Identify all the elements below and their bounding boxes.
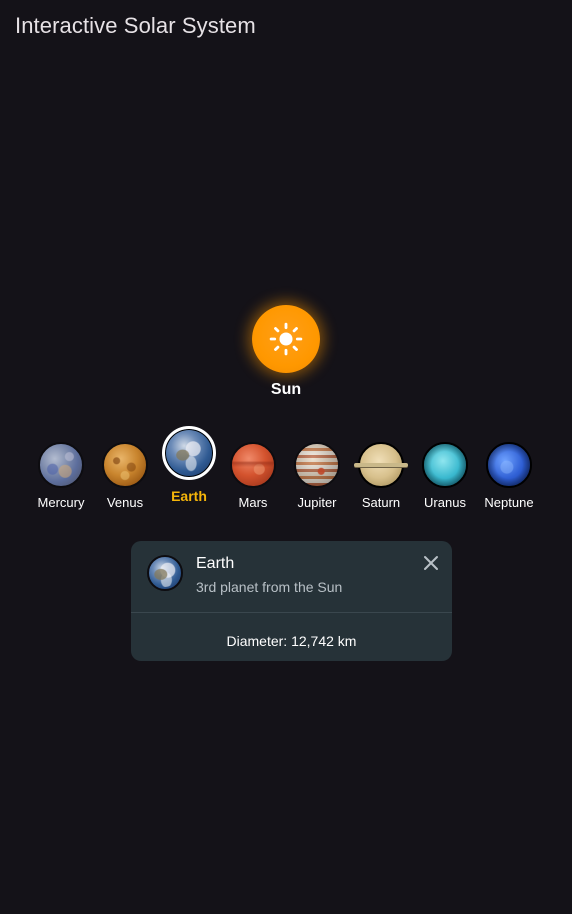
sun-label: Sun <box>270 381 302 398</box>
planet-name: Earth <box>171 488 207 504</box>
sun-icon <box>269 322 303 356</box>
planet-item-neptune[interactable]: Neptune <box>477 424 541 510</box>
close-button[interactable] <box>421 553 441 573</box>
saturn-ring <box>354 463 408 467</box>
planet-name: Mercury <box>37 495 85 510</box>
planet-avatar-holder <box>160 424 218 482</box>
planet-item-uranus[interactable]: Uranus <box>413 424 477 510</box>
venus-avatar <box>102 442 148 488</box>
neptune-avatar <box>486 442 532 488</box>
close-icon <box>424 556 438 570</box>
card-title: Earth <box>196 555 235 572</box>
mars-avatar <box>230 442 276 488</box>
planet-item-mercury[interactable]: Mercury <box>29 424 93 510</box>
planet-name: Venus <box>106 495 144 510</box>
mercury-avatar <box>38 442 84 488</box>
card-divider <box>131 612 452 613</box>
planet-name: Jupiter <box>297 495 337 510</box>
sun-button[interactable] <box>252 305 320 373</box>
planet-name: Uranus <box>424 495 466 510</box>
planet-avatar-holder <box>416 436 474 494</box>
planet-name: Saturn <box>361 495 401 510</box>
planet-avatar-holder <box>96 436 154 494</box>
planet-avatar <box>147 555 183 591</box>
card-subtitle: 3rd planet from the Sun <box>196 579 343 595</box>
earth-avatar <box>162 426 216 480</box>
planet-item-venus[interactable]: Venus <box>93 424 157 510</box>
planet-item-earth[interactable]: Earth <box>157 424 221 504</box>
planet-avatar-holder <box>288 436 346 494</box>
jupiter-avatar <box>294 442 340 488</box>
planet-avatar-holder <box>480 436 538 494</box>
planet-avatar-holder <box>224 436 282 494</box>
planet-item-jupiter[interactable]: Jupiter <box>285 424 349 510</box>
planet-name: Mars <box>238 495 268 510</box>
planet-info-card: Earth 3rd planet from the Sun Diameter: … <box>131 541 452 661</box>
saturn-avatar <box>354 442 408 488</box>
uranus-avatar <box>422 442 468 488</box>
planet-avatar-holder <box>32 436 90 494</box>
planet-item-saturn[interactable]: Saturn <box>349 424 413 510</box>
planet-name: Neptune <box>484 495 534 510</box>
sun-section: Sun <box>0 305 572 399</box>
planet-selector: Mercury Venus Earth Mars Jupiter Saturn <box>29 424 541 510</box>
app-title: Interactive Solar System <box>15 13 256 38</box>
card-diameter: Diameter: 12,742 km <box>226 633 357 649</box>
planet-avatar-holder <box>352 436 410 494</box>
planet-item-mars[interactable]: Mars <box>221 424 285 510</box>
